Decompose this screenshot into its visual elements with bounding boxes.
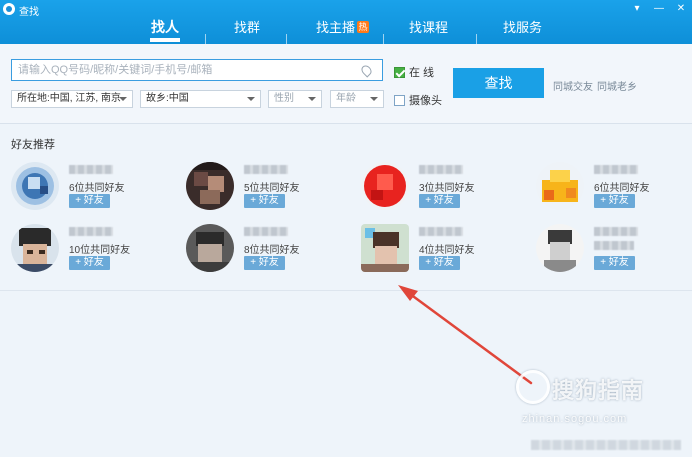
camera-checkbox[interactable] (394, 94, 405, 106)
active-tab-indicator (150, 38, 180, 42)
section-divider (0, 290, 692, 291)
nickname-blurred (419, 227, 463, 236)
online-label: 在 线 (409, 67, 435, 79)
mutual-friends-count: 6位共同好友 (594, 183, 650, 194)
avatar[interactable] (536, 224, 584, 272)
camera-filter[interactable]: 摄像头 (394, 92, 442, 108)
add-friend-button[interactable]: + 好友 (244, 256, 285, 270)
mutual-friends-count: 4位共同好友 (419, 245, 475, 256)
gender-select[interactable]: 性别 (268, 90, 322, 108)
avatar[interactable] (361, 162, 409, 210)
mutual-friends-count: 6位共同好友 (69, 183, 125, 194)
gender-select-value: 性别 (274, 93, 294, 104)
chevron-down-icon (119, 97, 127, 101)
friend-card: + 好友 (536, 224, 692, 278)
mutual-friends-count: 3位共同好友 (419, 183, 475, 194)
hometown-select-value: 故乡:中国 (146, 93, 189, 104)
header-bar: 查找 ▾ — ✕ 找人 找群 找主播热 找课程 找服务 (0, 0, 692, 46)
tab-find-people[interactable]: 找人 (151, 17, 179, 37)
avatar-mosaic (536, 162, 584, 210)
add-friend-button[interactable]: + 好友 (69, 256, 110, 270)
footer-blurred-text (531, 440, 681, 450)
tab-find-course[interactable]: 找课程 (409, 17, 448, 36)
recommend-title: 好友推荐 (11, 139, 55, 151)
sogou-logo-icon (516, 370, 550, 404)
avatar[interactable] (11, 224, 59, 272)
chevron-down-icon (247, 97, 255, 101)
mutual-friends-count: 5位共同好友 (244, 183, 300, 194)
friend-card: 6位共同好友 + 好友 (536, 162, 692, 216)
friend-card: 3位共同好友 + 好友 (361, 162, 521, 216)
add-friend-button[interactable]: + 好友 (594, 256, 635, 270)
friend-card: 5位共同好友 + 好友 (186, 162, 346, 216)
avatar[interactable] (536, 162, 584, 210)
avatar-mosaic (361, 162, 409, 210)
tab-bar: 找人 找群 找主播热 找课程 找服务 (0, 14, 692, 46)
nickname-blurred (594, 165, 638, 174)
add-friend-button[interactable]: + 好友 (69, 194, 110, 208)
local-dating-link[interactable]: 同城交友 (553, 78, 593, 93)
friend-card: 4位共同好友 + 好友 (361, 224, 521, 278)
fellow-townsmen-link[interactable]: 同城老乡 (597, 78, 637, 93)
location-select[interactable]: 所在地:中国, 江苏, 南京 (11, 90, 133, 108)
age-select-value: 年龄 (336, 93, 356, 104)
search-button[interactable]: 查找 (453, 68, 544, 98)
avatar-mosaic (11, 224, 59, 272)
camera-label: 摄像头 (409, 95, 442, 107)
location-select-value: 所在地:中国, 江苏, 南京 (17, 93, 121, 104)
age-select[interactable]: 年龄 (330, 90, 384, 108)
add-friend-button[interactable]: + 好友 (594, 194, 635, 208)
online-checkbox[interactable] (394, 66, 405, 78)
avatar[interactable] (361, 224, 409, 272)
avatar[interactable] (186, 162, 234, 210)
nickname-blurred (419, 165, 463, 174)
avatar-mosaic (186, 162, 234, 210)
tab-find-streamer[interactable]: 找主播热 (316, 17, 370, 36)
add-friend-button[interactable]: + 好友 (419, 256, 460, 270)
tab-find-service[interactable]: 找服务 (503, 17, 542, 36)
add-friend-button[interactable]: + 好友 (244, 194, 285, 208)
tab-find-streamer-label: 找主播 (316, 20, 356, 35)
watermark-url: zhinan.sogou.com (522, 413, 628, 425)
hometown-select[interactable]: 故乡:中国 (140, 90, 261, 108)
watermark-brand: 搜狗指南 (552, 378, 645, 403)
mutual-friends-count: 8位共同好友 (244, 245, 300, 256)
avatar[interactable] (186, 224, 234, 272)
online-filter[interactable]: 在 线 (394, 64, 434, 80)
hot-badge: 热 (357, 21, 370, 33)
avatar-mosaic (11, 162, 59, 210)
friend-card: 10位共同好友 + 好友 (11, 224, 171, 278)
chevron-down-icon (308, 97, 316, 101)
avatar-mosaic (536, 224, 584, 272)
mutual-friends-count: 10位共同好友 (69, 245, 131, 256)
chevron-down-icon (370, 97, 378, 101)
mutual-friends-blurred (594, 241, 634, 250)
nickname-blurred (244, 227, 288, 236)
avatar-mosaic (361, 224, 409, 272)
nickname-blurred (69, 227, 113, 236)
nickname-blurred (594, 227, 638, 236)
search-input[interactable] (11, 59, 383, 81)
tab-find-group[interactable]: 找群 (234, 17, 260, 36)
nickname-blurred (244, 165, 288, 174)
search-panel: 在 线 摄像头 查找 同城交友 同城老乡 所在地:中国, 江苏, 南京 故乡:中… (0, 44, 692, 124)
avatar-mosaic (186, 224, 234, 272)
nickname-blurred (69, 165, 113, 174)
add-friend-button[interactable]: + 好友 (419, 194, 460, 208)
friend-card: 6位共同好友 + 好友 (11, 162, 171, 216)
avatar[interactable] (11, 162, 59, 210)
friend-card: 8位共同好友 + 好友 (186, 224, 346, 278)
